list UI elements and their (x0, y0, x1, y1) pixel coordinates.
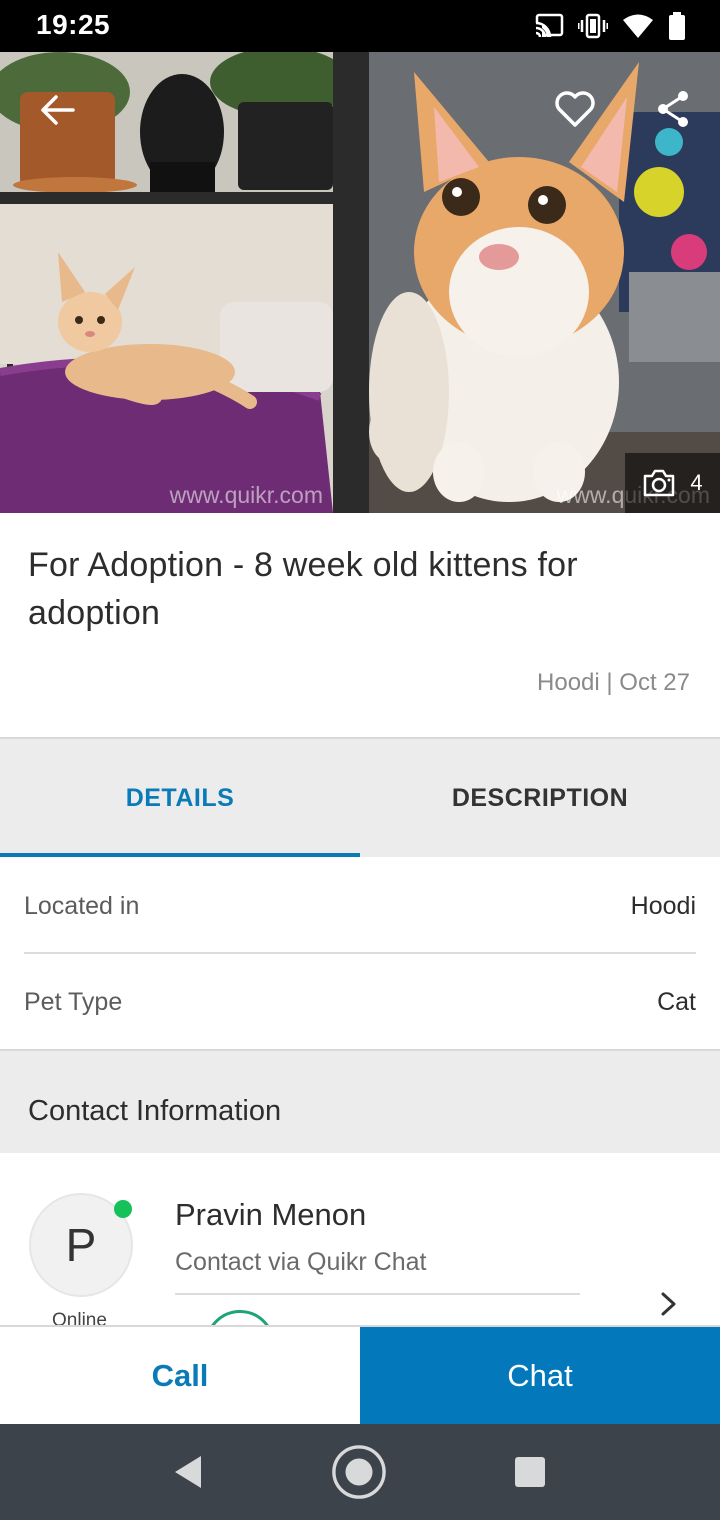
photo-count: 4 (690, 470, 703, 495)
back-arrow-icon (41, 95, 75, 125)
status-bar: 19:25 (0, 0, 720, 52)
ad-location-date: Hoodi | Oct 27 (537, 669, 690, 696)
status-time: 19:25 (36, 9, 111, 40)
camera-icon (644, 469, 675, 497)
tab-bar: DETAILS DESCRIPTION (0, 739, 720, 857)
detail-row-pet-type: Pet Type Cat (24, 954, 696, 1050)
status-icons (534, 12, 686, 40)
nav-back-button[interactable] (160, 1444, 216, 1500)
nav-recents-button[interactable] (502, 1444, 558, 1500)
back-button[interactable] (32, 90, 82, 130)
cast-icon (534, 13, 564, 39)
detail-label: Pet Type (24, 987, 123, 1016)
contact-divider (175, 1293, 580, 1295)
detail-value: Hoodi (630, 891, 696, 920)
chevron-right-icon[interactable] (654, 1289, 684, 1319)
battery-icon (669, 12, 685, 40)
nav-home-button[interactable] (331, 1444, 387, 1500)
tab-details[interactable]: DETAILS (0, 739, 360, 857)
contact-card[interactable]: P Online Pravin Menon Contact via Quikr … (0, 1153, 720, 1325)
favorite-button[interactable] (550, 84, 600, 134)
photo-gallery[interactable]: www.quikr.com 4 (0, 52, 720, 513)
watermark-text: www.quikr.com (169, 482, 323, 508)
ad-title: For Adoption - 8 week old kittens for ad… (28, 546, 578, 632)
ad-header: For Adoption - 8 week old kittens for ad… (0, 513, 720, 737)
contact-section-header: Contact Information (0, 1049, 720, 1153)
online-status-dot (114, 1200, 132, 1218)
share-icon (658, 91, 688, 127)
tab-description[interactable]: DESCRIPTION (360, 739, 720, 857)
call-button[interactable]: Call (0, 1327, 360, 1424)
nav-home-icon (332, 1445, 386, 1499)
nav-back-icon (175, 1456, 201, 1488)
chat-button[interactable]: Chat (360, 1327, 720, 1424)
contact-name: Pravin Menon (175, 1197, 367, 1232)
heart-icon (555, 91, 595, 127)
contact-heading: Contact Information (28, 1095, 282, 1127)
system-nav-bar (0, 1424, 720, 1520)
nav-recents-icon (515, 1457, 545, 1487)
chat-badge-icon (205, 1310, 275, 1325)
vibrate-icon (578, 13, 608, 39)
online-status-label: Online (52, 1310, 107, 1325)
detail-value: Cat (657, 987, 696, 1016)
wifi-icon (623, 14, 653, 38)
detail-row-location: Located in Hoodi (24, 858, 696, 954)
action-bar: Call Chat (0, 1325, 720, 1424)
share-button[interactable] (650, 84, 696, 134)
detail-label: Located in (24, 891, 140, 920)
photo-count-badge[interactable]: 4 (625, 453, 720, 513)
contact-method: Contact via Quikr Chat (175, 1248, 427, 1276)
